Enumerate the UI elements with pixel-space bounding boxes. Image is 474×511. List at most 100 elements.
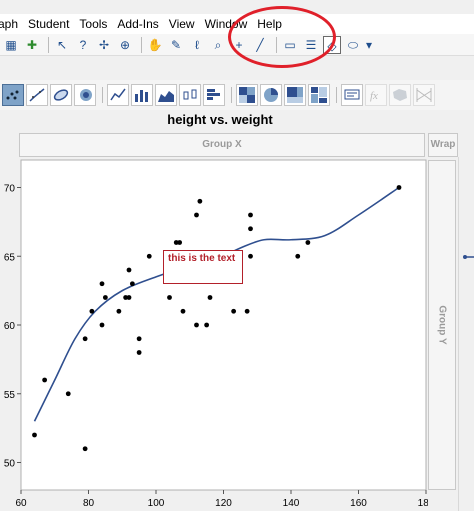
target-tool-icon[interactable]: ⊕ [116, 36, 134, 54]
svg-text:fx: fx [370, 90, 378, 102]
polygon-line-tool-icon[interactable]: ☰ [302, 36, 320, 54]
data-point[interactable] [42, 377, 48, 383]
data-point[interactable] [136, 350, 142, 355]
lasso-tool-icon[interactable]: ℓ [188, 36, 206, 54]
wrap-drop-zone[interactable]: Wrap [428, 133, 458, 157]
y-tick-label: 60 [4, 321, 16, 332]
data-point[interactable] [305, 240, 311, 245]
y-tick-label: 65 [4, 252, 16, 263]
plus-tool-icon[interactable]: + [230, 36, 248, 54]
menu-window[interactable]: Window [200, 14, 253, 34]
ellipse-tool-icon[interactable]: ⬭ [344, 36, 362, 54]
line-element-icon[interactable] [107, 84, 129, 106]
hand-tool-icon[interactable]: ✋ [146, 36, 164, 54]
toolbar-divider [231, 87, 232, 103]
plot-frame: 70 65 60 55 50 60 80 100 120 140 160 180 [0, 157, 428, 511]
data-point[interactable] [248, 212, 253, 218]
data-point[interactable] [167, 295, 172, 300]
formula-element-icon[interactable]: fx [365, 84, 387, 106]
right-side-panel [458, 157, 474, 511]
data-point[interactable] [295, 253, 301, 259]
histogram-element-icon[interactable] [203, 84, 225, 106]
pie-element-icon[interactable] [260, 84, 282, 106]
data-point[interactable] [207, 295, 213, 300]
data-point[interactable] [194, 322, 199, 328]
caption-box-element-icon[interactable] [341, 84, 363, 106]
x-tick-label: 160 [350, 498, 367, 509]
data-point[interactable] [99, 322, 105, 328]
menu-help[interactable]: Help [252, 14, 287, 34]
crosshair-tool-icon[interactable]: ✢ [95, 36, 113, 54]
data-point[interactable] [197, 198, 203, 204]
menu-tools[interactable]: Tools [74, 14, 112, 34]
data-point[interactable] [89, 308, 95, 314]
brush-tool-icon[interactable]: ✎ [167, 36, 185, 54]
group-y-drop-zone[interactable]: Group Y [428, 160, 456, 490]
data-point[interactable] [180, 308, 186, 314]
grid-icon[interactable]: ▦ [2, 36, 20, 54]
data-point[interactable] [32, 432, 37, 438]
map-shapes-element-icon[interactable] [389, 84, 411, 106]
data-point[interactable] [231, 308, 237, 314]
plot-area[interactable] [20, 159, 427, 491]
data-point[interactable] [136, 336, 142, 342]
data-point[interactable] [82, 446, 88, 452]
data-point[interactable] [146, 253, 152, 259]
data-point[interactable] [204, 322, 210, 328]
group-x-drop-zone[interactable]: Group X [19, 133, 425, 157]
data-point[interactable] [102, 295, 108, 300]
x-tick-label: 180 [418, 498, 428, 509]
mosaic-element-icon[interactable] [308, 84, 330, 106]
scatter-plot[interactable]: 70 65 60 55 50 60 80 100 120 140 160 180 [0, 157, 428, 511]
menu-graph[interactable]: aph [0, 14, 23, 34]
data-point[interactable] [99, 281, 105, 287]
data-point[interactable] [194, 212, 199, 218]
toolbar-divider [141, 36, 142, 53]
data-point[interactable] [248, 226, 253, 232]
arrow-tool-icon[interactable]: ↖ [53, 36, 71, 54]
y-tick-label: 50 [4, 459, 16, 470]
points-element-icon[interactable] [2, 84, 24, 106]
data-point[interactable] [177, 240, 183, 245]
add-icon[interactable]: ✚ [23, 36, 41, 54]
data-point[interactable] [126, 267, 132, 273]
toolbar-divider [102, 87, 103, 103]
x-axis: 60 80 100 120 140 160 180 [15, 490, 428, 509]
data-point[interactable] [116, 308, 122, 314]
menu-add-ins[interactable]: Add-Ins [112, 14, 163, 34]
treemap-element-icon[interactable] [284, 84, 306, 106]
toolbar-divider [48, 36, 49, 53]
zoom-tool-icon[interactable]: ⌕ [209, 36, 227, 54]
y-axis: 70 65 60 55 50 [4, 184, 21, 470]
line-tool-icon[interactable]: ╱ [251, 36, 269, 54]
x-tick-label: 100 [148, 498, 165, 509]
parallel-element-icon[interactable] [413, 84, 435, 106]
data-point[interactable] [82, 336, 88, 342]
menu-view[interactable]: View [164, 14, 200, 34]
tools-toolbar: ▦ ✚ ↖ ? ✢ ⊕ ✋ ✎ ℓ ⌕ + ╱ ▭ ☰ ◇ ⬭ ▾ [0, 34, 474, 56]
data-point[interactable] [129, 281, 135, 287]
toolbar-divider [336, 87, 337, 103]
contour-element-icon[interactable] [74, 84, 96, 106]
x-tick-label: 60 [15, 498, 27, 509]
bar-element-icon[interactable] [131, 84, 153, 106]
data-point[interactable] [396, 185, 402, 190]
heatmap-element-icon[interactable] [236, 84, 258, 106]
annotate-tool-icon[interactable]: ▭ [281, 36, 299, 54]
smoother-element-icon[interactable] [26, 84, 48, 106]
y-tick-label: 55 [4, 390, 16, 401]
area-element-icon[interactable] [155, 84, 177, 106]
help-tool-icon[interactable]: ? [74, 36, 92, 54]
data-point[interactable] [65, 391, 71, 397]
simple-shape-tool-icon[interactable]: ◇ [323, 35, 341, 54]
data-point[interactable] [126, 295, 132, 300]
text-annotation[interactable]: this is the text [163, 250, 243, 284]
data-point[interactable] [244, 308, 250, 314]
data-point[interactable] [248, 253, 253, 259]
x-tick-label: 120 [215, 498, 232, 509]
box-plot-element-icon[interactable] [179, 84, 201, 106]
ellipse-element-icon[interactable] [50, 84, 72, 106]
menu-student[interactable]: Student [23, 14, 74, 34]
dropdown-icon[interactable]: ▾ [365, 36, 373, 54]
group-y-label: Group Y [436, 305, 448, 345]
